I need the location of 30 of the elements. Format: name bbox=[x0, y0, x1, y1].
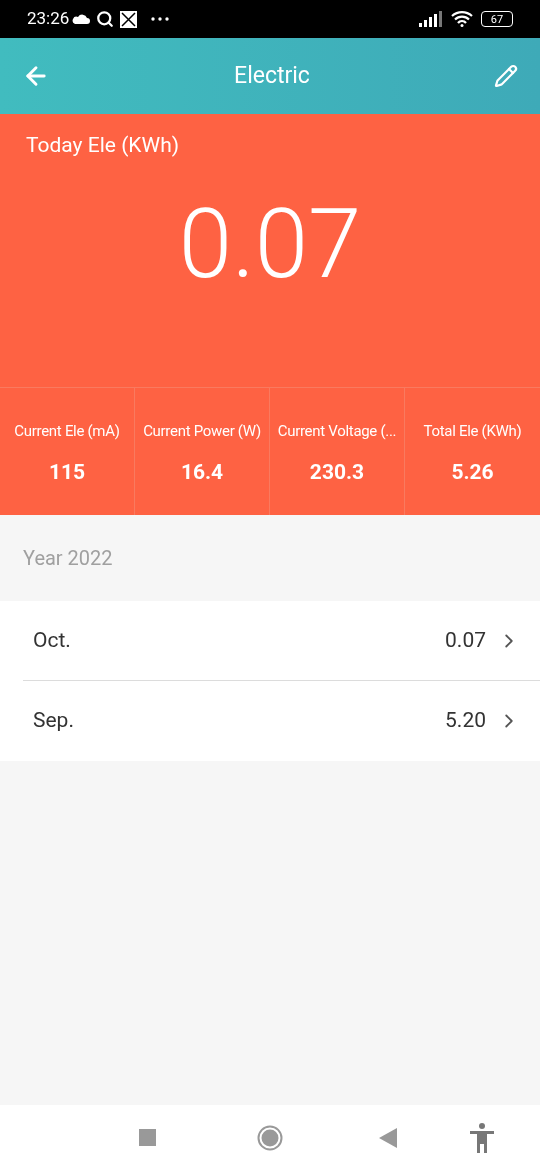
wifi-icon bbox=[451, 11, 473, 27]
cloud-icon bbox=[72, 14, 91, 24]
home-icon[interactable] bbox=[257, 1124, 283, 1151]
month-value: 0.07 bbox=[445, 626, 486, 654]
more-icon bbox=[151, 17, 170, 21]
year-label: Year 2022 bbox=[23, 545, 113, 572]
month-row[interactable]: Sep. 5.20 bbox=[23, 681, 540, 761]
stat-label: Current Power (W) bbox=[143, 421, 261, 442]
stat-label: Current Voltage (... bbox=[277, 421, 397, 442]
clock-time: 23:26 bbox=[27, 7, 70, 31]
accessibility-icon[interactable] bbox=[469, 1122, 495, 1153]
page-title: Electric bbox=[233, 60, 311, 91]
month-name: Sep. bbox=[33, 707, 75, 735]
image-icon bbox=[120, 10, 138, 28]
today-label: Today Ele (KWh) bbox=[26, 132, 179, 159]
stat-value: 5.26 bbox=[451, 458, 494, 486]
stat-value: 16.4 bbox=[180, 458, 224, 486]
stat-label: Total Ele (KWh) bbox=[423, 421, 522, 442]
back-icon[interactable] bbox=[379, 1127, 397, 1148]
signal-icon bbox=[419, 11, 443, 27]
stat-value: 230.3 bbox=[309, 458, 365, 486]
stat-label: Current Ele (mA) bbox=[14, 421, 120, 442]
search-icon bbox=[96, 10, 115, 28]
today-value: 0.07 bbox=[178, 195, 362, 292]
battery-indicator: 67 bbox=[481, 11, 513, 27]
month-name: Oct. bbox=[33, 626, 72, 654]
edit-button[interactable] bbox=[494, 64, 518, 88]
stat-value: 115 bbox=[48, 458, 86, 486]
month-row[interactable]: Oct. 0.07 bbox=[23, 601, 540, 681]
month-value: 5.20 bbox=[445, 707, 486, 735]
